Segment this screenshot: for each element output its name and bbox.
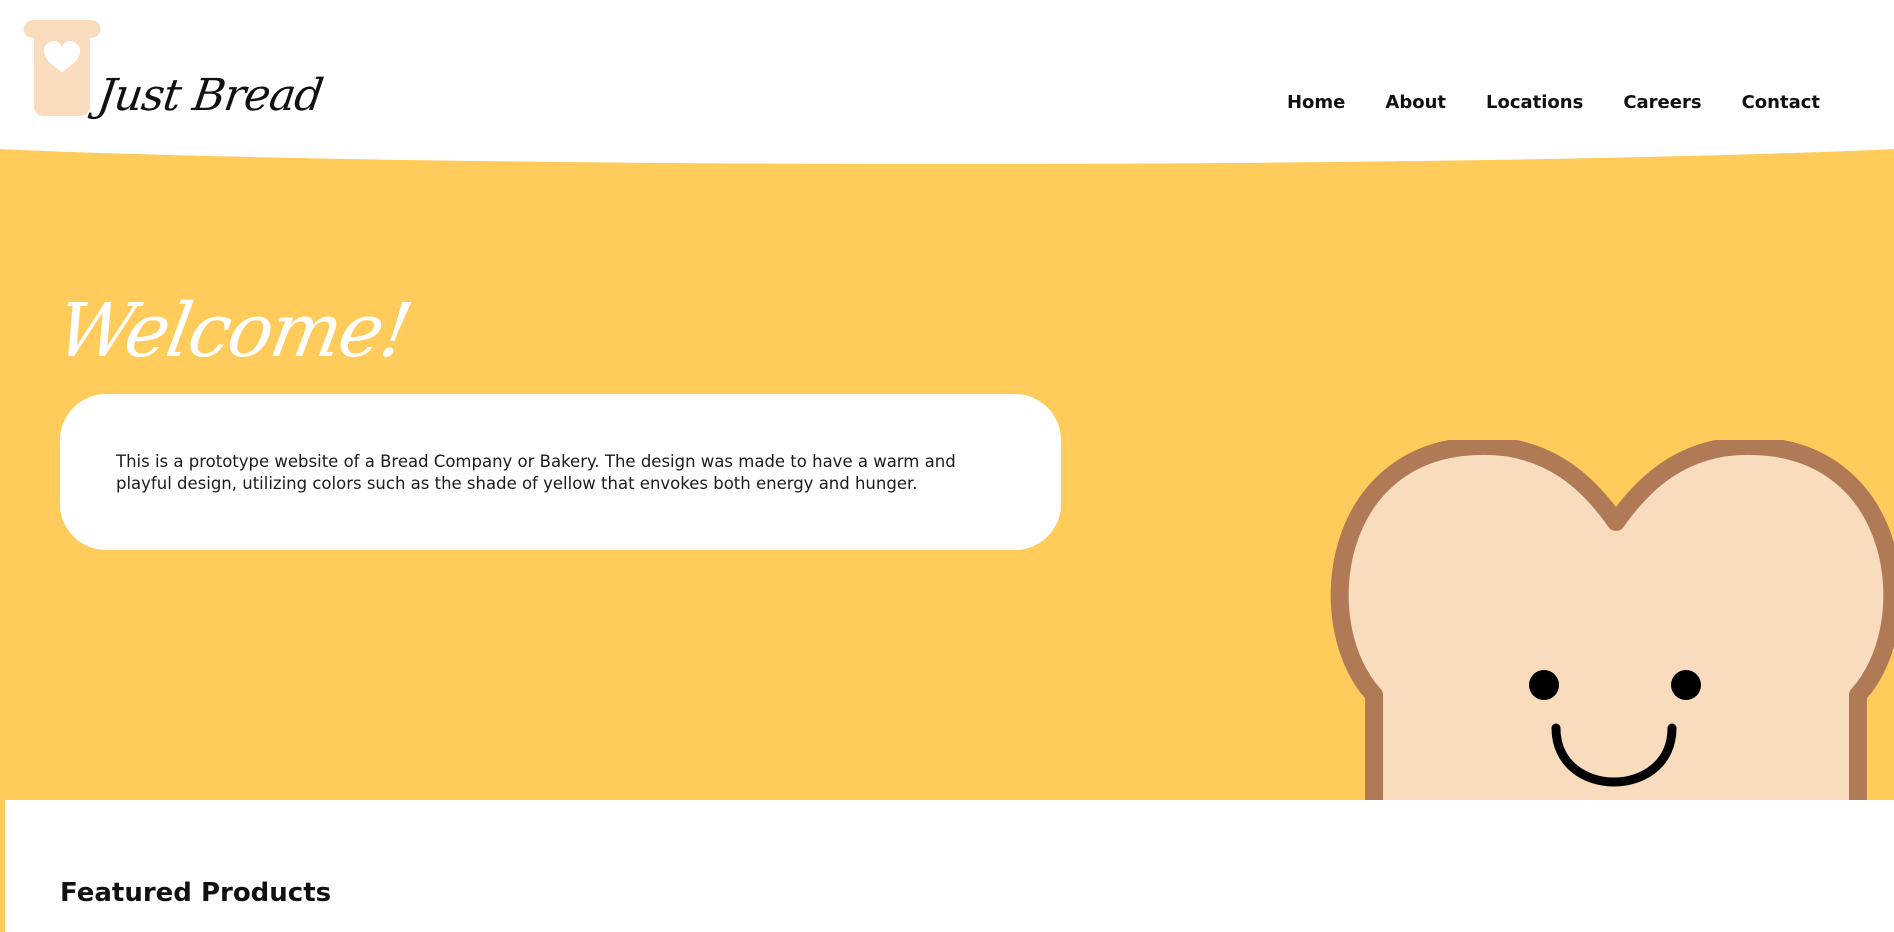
nav-contact[interactable]: Contact	[1742, 92, 1820, 113]
hero-description: This is a prototype website of a Bread C…	[116, 452, 956, 493]
main-nav: Home About Locations Careers Contact	[1247, 92, 1820, 113]
bread-heart-icon	[23, 20, 101, 116]
nav-about[interactable]: About	[1385, 92, 1446, 113]
featured-products-section: Featured Products	[5, 800, 1894, 932]
smiling-bread-mascot	[1330, 440, 1894, 800]
hero-card: This is a prototype website of a Bread C…	[60, 394, 1061, 550]
nav-home[interactable]: Home	[1287, 92, 1345, 113]
nav-locations[interactable]: Locations	[1486, 92, 1583, 113]
mascot-right-eye	[1671, 670, 1701, 700]
featured-products-title: Featured Products	[60, 878, 332, 908]
hero-title: Welcome!	[50, 288, 417, 374]
site-header: Just Bread Home About Locations Careers …	[0, 0, 1894, 164]
mascot-left-eye	[1529, 670, 1559, 700]
brand-logo[interactable]: Just Bread	[20, 20, 340, 135]
nav-careers[interactable]: Careers	[1623, 92, 1701, 113]
brand-name: Just Bread	[94, 70, 326, 121]
page: Just Bread Home About Locations Careers …	[0, 0, 1894, 932]
